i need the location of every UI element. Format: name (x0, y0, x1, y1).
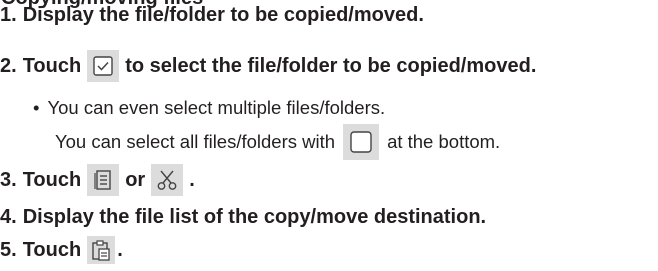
step-text-post: to select the file/folder to be copied/m… (125, 54, 537, 77)
step-text-mid: or (125, 168, 146, 191)
step-text-post: . (117, 238, 123, 261)
note-text: You can even select multiple files/folde… (47, 97, 386, 118)
step-number: 1. (0, 4, 17, 26)
step-number: 4. (0, 206, 17, 228)
step-text: Display the file list of the copy/move d… (22, 206, 487, 228)
step-1: 1. Display the file/folder to be copied/… (0, 4, 424, 27)
step-4: 4. Display the file list of the copy/mov… (0, 206, 486, 229)
step-number: 5. (0, 238, 17, 261)
step-number: 2. (0, 54, 17, 77)
note-text-post: at the bottom. (387, 131, 501, 152)
note-select-all: You can select all files/folders with at… (55, 124, 500, 160)
step-text: Display the file/folder to be copied/mov… (22, 4, 424, 26)
checkbox-checked-icon (87, 50, 120, 82)
checkbox-empty-icon (343, 124, 380, 160)
note-multiple-select: • You can even select multiple files/fol… (33, 97, 385, 119)
step-text-pre: Touch (22, 54, 82, 77)
step-3: 3. Touch or . (0, 164, 195, 196)
paste-clipboard-icon (87, 236, 116, 264)
copy-document-icon (87, 164, 120, 196)
step-number: 3. (0, 168, 17, 191)
step-text-pre: Touch (22, 168, 82, 191)
note-text-pre: You can select all files/folders with (55, 131, 336, 152)
step-text-pre: Touch (22, 238, 82, 261)
step-2: 2. Touch to select the file/folder to be… (0, 50, 536, 82)
bullet: • (33, 97, 40, 118)
step-text-post: . (189, 168, 195, 191)
scissors-icon (151, 164, 184, 196)
step-5: 5. Touch . (0, 236, 123, 264)
